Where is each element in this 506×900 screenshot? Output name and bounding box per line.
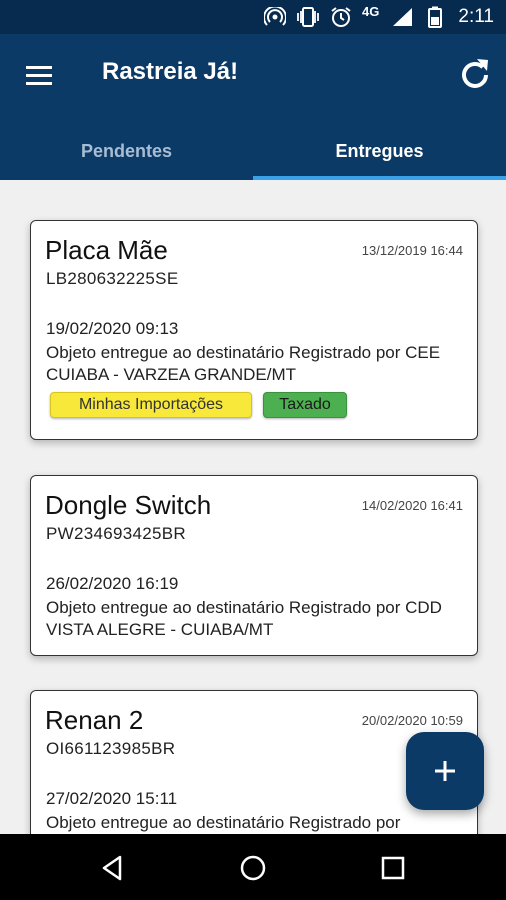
app-bar: Rastreia Já! Pendentes Entregues	[0, 34, 506, 180]
refresh-icon	[462, 59, 488, 88]
home-button[interactable]	[236, 851, 270, 885]
package-card[interactable]: Dongle Switch 14/02/2020 16:41 PW2346934…	[30, 475, 478, 656]
alarm-icon	[330, 7, 352, 27]
tracking-code: PW234693425BR	[46, 524, 186, 543]
tracking-code: LB280632225SE	[46, 269, 179, 288]
last-update-description: Objeto entregue ao destinatário Registra…	[46, 813, 401, 832]
package-date: 20/02/2020 10:59	[361, 713, 463, 728]
add-package-button[interactable]	[406, 732, 484, 810]
tracking-code: OI661123985BR	[46, 739, 176, 758]
last-update-time: 26/02/2020 16:19	[46, 574, 179, 593]
last-update-time: 27/02/2020 15:11	[46, 789, 178, 808]
last-update-description: Objeto entregue ao destinatário Registra…	[46, 598, 442, 639]
package-date: 13/12/2019 16:44	[361, 243, 463, 258]
system-nav-bar	[0, 834, 506, 900]
package-card[interactable]: Placa Mãe 13/12/2019 16:44 LB280632225SE…	[30, 220, 478, 440]
menu-button[interactable]	[22, 60, 58, 92]
tag-taxado[interactable]: Taxado	[263, 392, 347, 418]
package-title: Renan 2	[45, 705, 144, 735]
status-time: 2:11	[458, 6, 494, 27]
recents-icon	[381, 856, 405, 880]
signal-icon	[392, 7, 414, 27]
back-icon	[102, 855, 122, 881]
home-icon	[240, 855, 266, 881]
tab-entregues[interactable]: Entregues	[253, 122, 506, 180]
battery-icon	[428, 6, 442, 28]
menu-icon	[26, 66, 52, 85]
recents-button[interactable]	[376, 851, 410, 885]
last-update-description: Objeto entregue ao destinatário Registra…	[46, 343, 441, 384]
plus-icon	[435, 761, 455, 781]
package-title: Dongle Switch	[45, 490, 212, 520]
app-title: Rastreia Já!	[102, 58, 239, 85]
vibrate-icon	[296, 7, 320, 27]
tag-minhas-importacoes[interactable]: Minhas Importações	[50, 392, 252, 418]
back-button[interactable]	[96, 851, 130, 885]
package-title: Placa Mãe	[45, 235, 168, 265]
last-update-time: 19/02/2020 09:13	[46, 319, 179, 338]
refresh-button[interactable]	[456, 56, 494, 94]
tab-bar: Pendentes Entregues	[0, 122, 506, 180]
hotspot-icon	[264, 7, 286, 27]
network-type-label: 4G	[362, 4, 380, 19]
package-date: 14/02/2020 16:41	[361, 498, 463, 513]
tab-pendentes[interactable]: Pendentes	[0, 122, 253, 180]
status-bar: 4G 2:11	[0, 0, 506, 34]
